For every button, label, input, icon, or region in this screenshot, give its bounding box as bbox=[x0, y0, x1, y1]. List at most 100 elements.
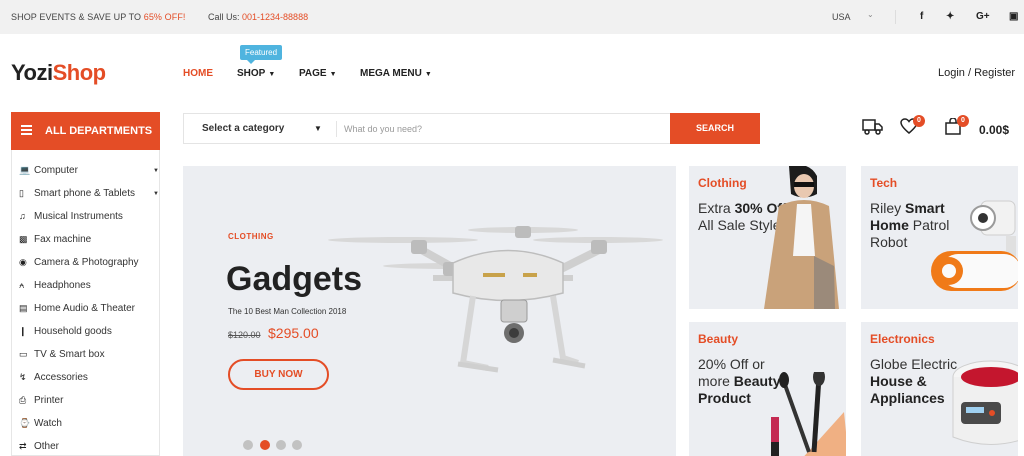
hero-eyebrow: CLOTHING bbox=[228, 232, 274, 241]
nav-home[interactable]: HOME bbox=[183, 68, 213, 79]
household-icon: ❙ bbox=[19, 326, 27, 336]
nav-shop[interactable]: SHOP ▼ bbox=[237, 68, 275, 79]
caret-down-icon[interactable]: ▼ bbox=[314, 124, 322, 133]
hero-slider[interactable]: CLOTHING Gadgets The 10 Best Man Collect… bbox=[183, 166, 676, 456]
card-title: Tech bbox=[870, 176, 898, 190]
card-title: Electronics bbox=[870, 332, 935, 346]
divider bbox=[336, 121, 337, 137]
nav-mega-menu[interactable]: MEGA MENU ▼ bbox=[360, 68, 432, 79]
watch-icon: ⌚ bbox=[19, 418, 31, 428]
headphones-icon: ⍲ bbox=[19, 280, 25, 290]
search-bar: Select a category ▼ SEARCH bbox=[183, 113, 760, 144]
category-select[interactable]: Select a category bbox=[202, 123, 284, 134]
speaker-icon: ▤ bbox=[19, 303, 28, 313]
search-button[interactable]: SEARCH bbox=[670, 113, 760, 144]
promo-card-clothing[interactable]: Clothing Extra 30% Off All Sale Styles bbox=[689, 166, 846, 309]
call-number[interactable]: 001-1234-88888 bbox=[242, 12, 308, 22]
facebook-icon[interactable]: f bbox=[920, 11, 923, 22]
card-desc-bold: House & Appliances bbox=[870, 373, 945, 406]
phone-icon: ▯ bbox=[19, 188, 24, 198]
promo-card-beauty[interactable]: Beauty 20% Off or more Beauty Product bbox=[689, 322, 846, 456]
promo-card-electronics[interactable]: Electronics Globe Electric House & Appli… bbox=[861, 322, 1018, 456]
site-logo[interactable]: YoziShop bbox=[11, 60, 106, 86]
dept-label: Printer bbox=[34, 395, 64, 406]
departments-list: 💻 Computer ▼ ▯ Smart phone & Tablets ▼ ♫ Musi… bbox=[11, 150, 160, 456]
dept-label: Accessories bbox=[34, 372, 88, 383]
all-departments-button[interactable]: ALL DEPARTMENTS bbox=[11, 112, 160, 150]
dept-printer[interactable]: ⎙ Printer bbox=[19, 395, 159, 411]
menu-icon bbox=[21, 125, 32, 135]
tv-icon: ▭ bbox=[19, 349, 28, 359]
drone-image bbox=[328, 226, 663, 373]
nav-mega-menu-label: MEGA MENU bbox=[360, 68, 422, 79]
dept-fax-machine[interactable]: ▩ Fax machine bbox=[19, 234, 159, 250]
promo-prefix: SHOP EVENTS & SAVE UP TO bbox=[11, 12, 144, 22]
truck-icon[interactable] bbox=[862, 117, 884, 140]
dept-label: Computer bbox=[34, 165, 78, 176]
search-input[interactable] bbox=[344, 120, 664, 138]
dept-home-audio-theater[interactable]: ▤ Home Audio & Theater bbox=[19, 303, 159, 319]
logo-accent: Shop bbox=[52, 60, 107, 85]
card-desc-text: Extra bbox=[698, 200, 735, 216]
music-icon: ♫ bbox=[19, 211, 26, 221]
nav-home-label: HOME bbox=[183, 68, 213, 79]
printer-icon: ⎙ bbox=[19, 395, 27, 405]
slider-dot[interactable] bbox=[243, 440, 253, 450]
caret-down-icon: ▼ bbox=[153, 191, 159, 197]
robot-image bbox=[931, 200, 1018, 291]
instagram-icon[interactable]: ▣ bbox=[1009, 11, 1018, 22]
dept-headphones[interactable]: ⍲ Headphones bbox=[19, 280, 159, 296]
promo-card-tech[interactable]: Tech Riley Smart Home Patrol Robot bbox=[861, 166, 1018, 309]
dept-label: Smart phone & Tablets bbox=[34, 188, 135, 199]
country-select[interactable]: USA bbox=[832, 12, 851, 22]
dept-accessories[interactable]: ↯ Accessories bbox=[19, 372, 159, 388]
bolt-icon: ↯ bbox=[19, 372, 27, 382]
all-departments-label: ALL DEPARTMENTS bbox=[45, 125, 153, 137]
top-bar: SHOP EVENTS & SAVE UP TO 65% OFF! Call U… bbox=[0, 0, 1024, 34]
promo-text: SHOP EVENTS & SAVE UP TO 65% OFF! bbox=[11, 12, 186, 22]
google-plus-icon[interactable]: G+ bbox=[976, 11, 990, 22]
slider-dot[interactable] bbox=[276, 440, 286, 450]
hero-price: $295.00 bbox=[268, 325, 319, 341]
dept-label: Musical Instruments bbox=[34, 211, 123, 222]
makeup-brushes-image bbox=[771, 372, 846, 456]
caret-down-icon: ▼ bbox=[153, 168, 159, 174]
dept-label: Home Audio & Theater bbox=[34, 303, 135, 314]
cart-count-badge: 0 bbox=[957, 115, 969, 127]
login-register-link[interactable]: Login / Register bbox=[938, 67, 1015, 79]
caret-down-icon: ▼ bbox=[329, 71, 337, 78]
wishlist-count-badge: 0 bbox=[913, 115, 925, 127]
dept-household-goods[interactable]: ❙ Household goods bbox=[19, 326, 159, 342]
dept-smartphone-tablets[interactable]: ▯ Smart phone & Tablets ▼ bbox=[19, 188, 159, 204]
dept-label: Headphones bbox=[34, 280, 91, 291]
dept-label: Household goods bbox=[34, 326, 112, 337]
buy-now-button[interactable]: BUY NOW bbox=[228, 359, 329, 390]
dept-other[interactable]: ⇄ Other bbox=[19, 441, 159, 456]
logo-main: Yozi bbox=[11, 60, 53, 85]
card-title: Clothing bbox=[698, 176, 747, 190]
slider-dot[interactable] bbox=[292, 440, 302, 450]
dept-tv-smart-box[interactable]: ▭ TV & Smart box bbox=[19, 349, 159, 365]
slider-dot-active[interactable] bbox=[260, 440, 270, 450]
twitter-icon[interactable]: ✦ bbox=[946, 11, 954, 22]
dept-watch[interactable]: ⌚ Watch bbox=[19, 418, 159, 434]
cart-total[interactable]: 0.00$ bbox=[979, 123, 1009, 137]
laptop-icon: 💻 bbox=[19, 165, 31, 175]
dept-label: Watch bbox=[34, 418, 62, 429]
call-us: Call Us: 001-1234-88888 bbox=[208, 12, 308, 22]
dept-label: Other bbox=[34, 441, 60, 452]
call-prefix: Call Us: bbox=[208, 12, 243, 22]
dept-camera-photography[interactable]: ◉ Camera & Photography bbox=[19, 257, 159, 273]
dept-label: TV & Smart box bbox=[34, 349, 105, 360]
nav-page-label: PAGE bbox=[299, 68, 327, 79]
rice-cooker-image bbox=[952, 360, 1018, 445]
chevron-down-icon[interactable]: ⌄ bbox=[867, 10, 874, 19]
woman-coat-image bbox=[764, 166, 839, 309]
divider bbox=[895, 10, 896, 24]
dept-musical-instruments[interactable]: ♫ Musical Instruments bbox=[19, 211, 159, 227]
caret-down-icon: ▼ bbox=[268, 71, 276, 78]
nav-shop-label: SHOP bbox=[237, 68, 266, 79]
dept-label: Camera & Photography bbox=[34, 257, 139, 268]
dept-computer[interactable]: 💻 Computer ▼ bbox=[19, 165, 159, 181]
nav-page[interactable]: PAGE ▼ bbox=[299, 68, 337, 79]
